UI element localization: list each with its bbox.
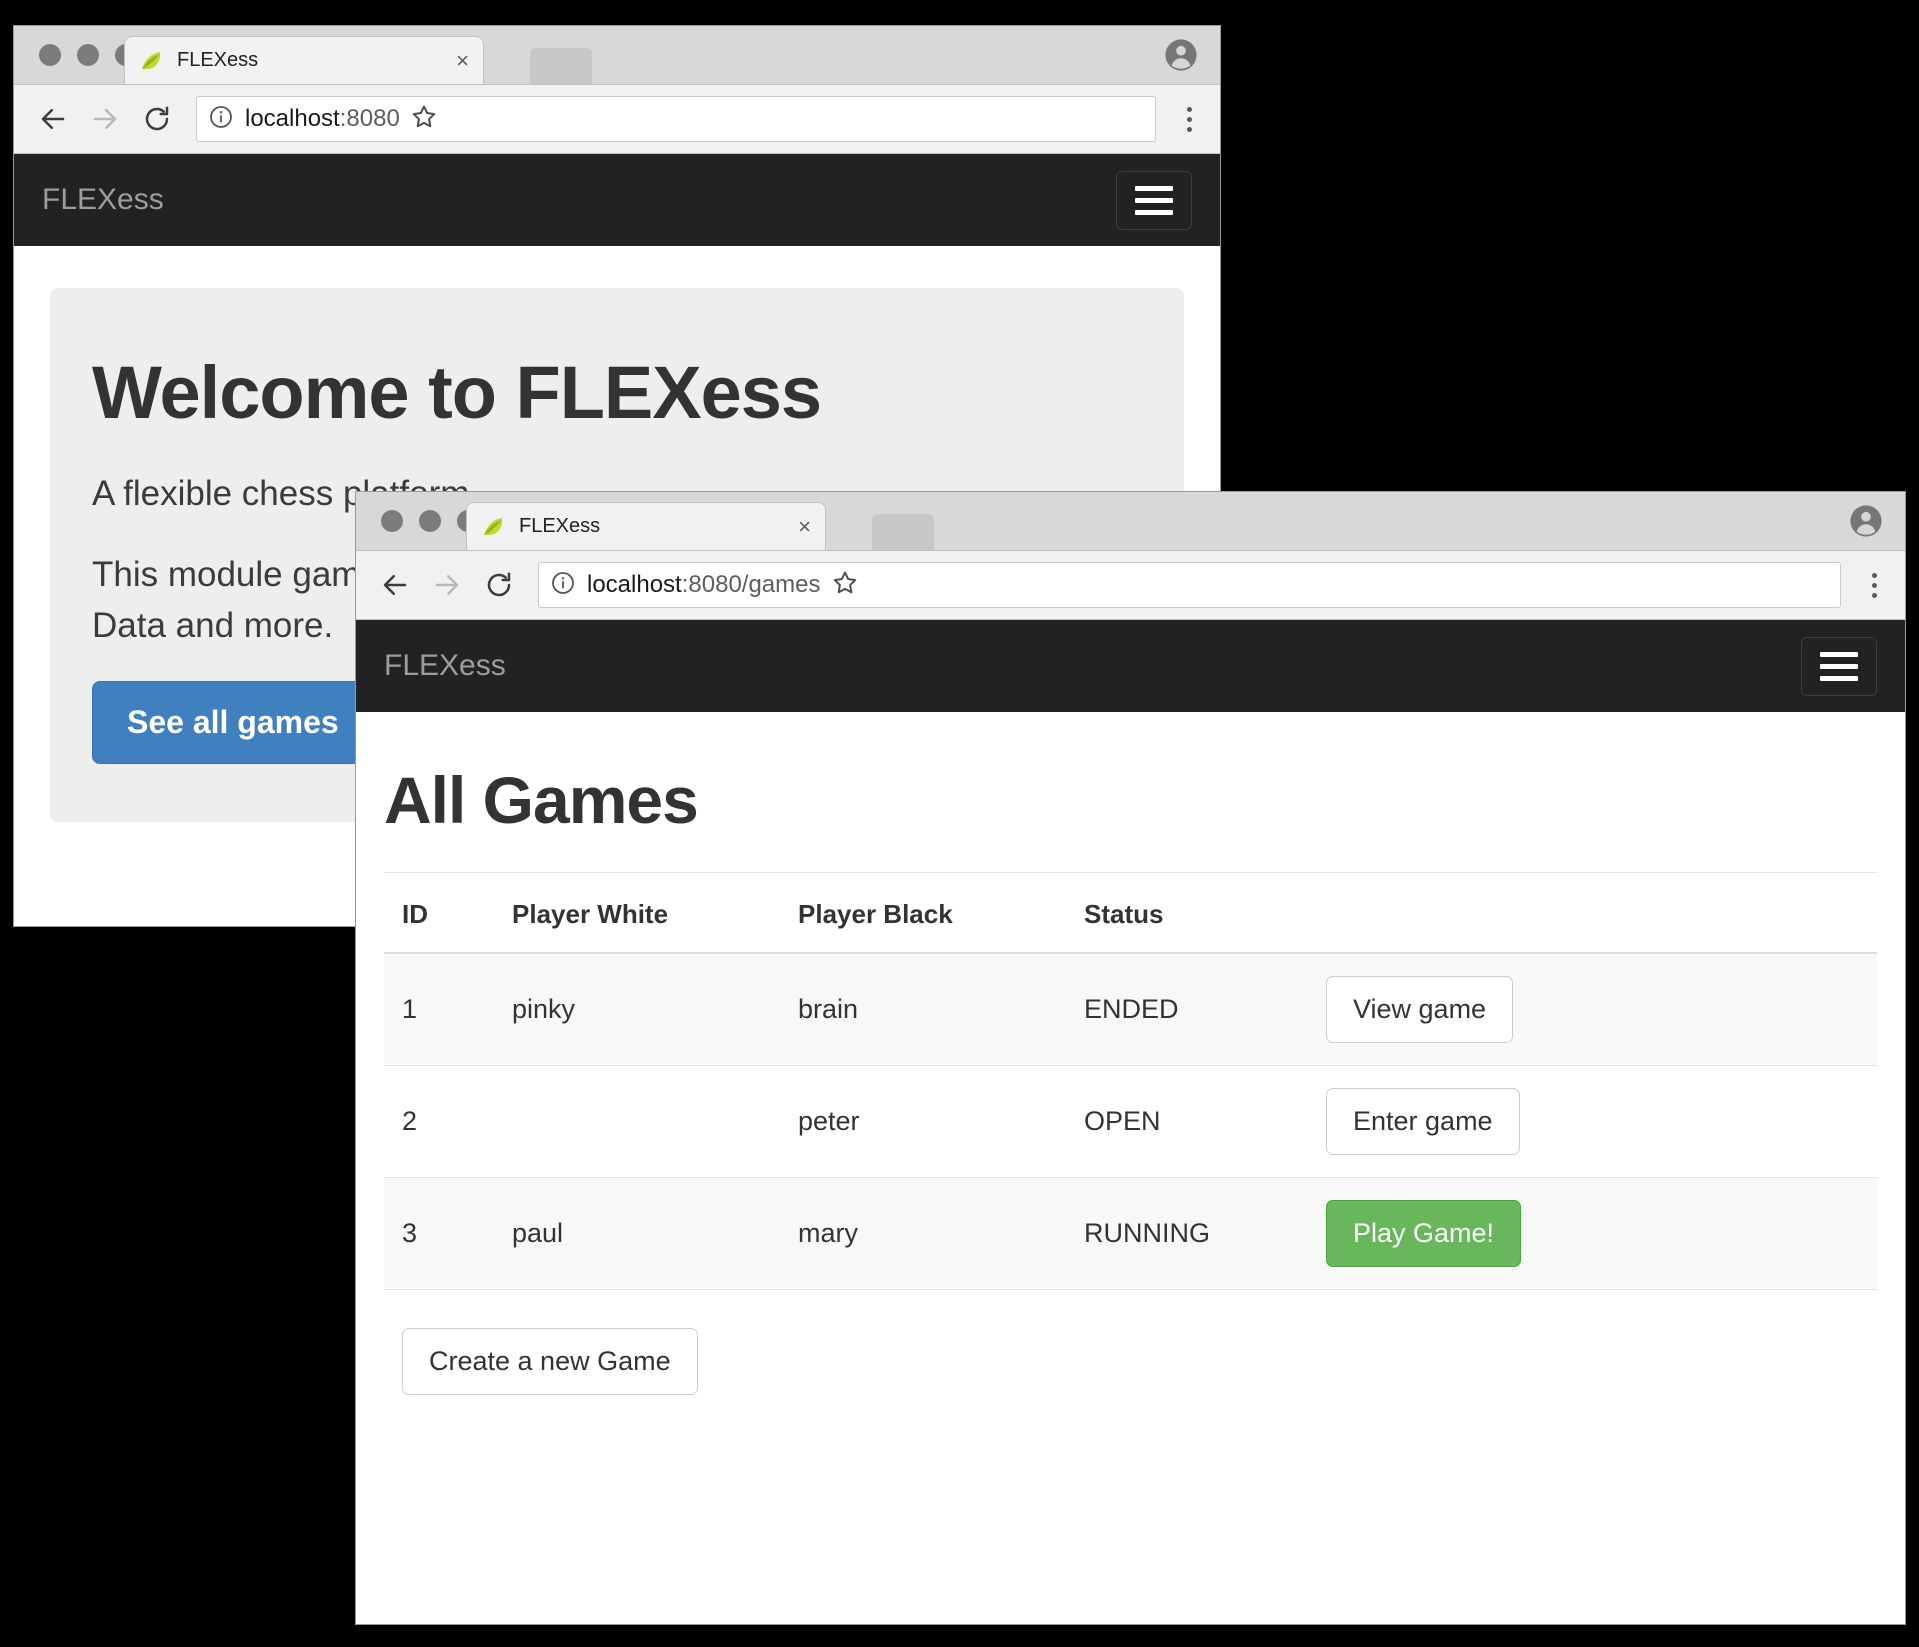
url-text: localhost:8080/games [587, 571, 821, 599]
browser-window-games[interactable]: FLEXess × localhost:8080/games FLEXess A… [356, 492, 1905, 1624]
navbar-brand-home[interactable]: FLEXess [42, 183, 164, 217]
column-header-player-black: Player Black [780, 873, 1066, 954]
games-table-body: 1 pinky brain ENDED View game 2 peter OP… [384, 953, 1877, 1290]
cell-status: ENDED [1066, 953, 1298, 1066]
cell-player-white: pinky [494, 953, 780, 1066]
forward-arrow-icon [82, 96, 128, 142]
window-controls-games[interactable] [381, 510, 479, 532]
minimize-window-dot[interactable] [419, 510, 441, 532]
account-avatar-icon[interactable] [1164, 38, 1198, 72]
cell-player-black: brain [780, 953, 1066, 1066]
page-title: All Games [384, 763, 699, 837]
back-arrow-icon[interactable] [30, 96, 76, 142]
cell-id: 3 [384, 1177, 494, 1290]
games-table: ID Player White Player Black Status 1 pi… [384, 873, 1877, 1290]
close-icon[interactable]: × [446, 49, 469, 72]
table-row: 2 peter OPEN Enter game [384, 1065, 1877, 1178]
reload-icon[interactable] [134, 96, 180, 142]
hamburger-menu-icon[interactable] [1801, 636, 1877, 696]
cell-status: RUNNING [1066, 1177, 1298, 1290]
table-row: 3 paul mary RUNNING Play Game! [384, 1177, 1877, 1290]
page-title: Welcome to FLEXess [92, 351, 822, 434]
browser-tab-games[interactable]: FLEXess × [466, 502, 826, 550]
column-header-player-white: Player White [494, 873, 780, 954]
browser-tab-home[interactable]: FLEXess × [124, 36, 484, 84]
tab-strip-home: FLEXess × [14, 26, 1220, 85]
tab-title-label: FLEXess [519, 515, 601, 537]
cell-player-black: peter [780, 1065, 1066, 1178]
window-controls-home[interactable] [39, 44, 137, 66]
reload-icon[interactable] [476, 562, 522, 608]
column-header-id: ID [384, 873, 494, 954]
table-header-row: ID Player White Player Black Status [384, 873, 1877, 954]
url-text: localhost:8080 [245, 105, 400, 133]
kebab-menu-icon[interactable] [1174, 106, 1204, 132]
tab-title-label: FLEXess [177, 49, 259, 71]
view-game-button[interactable]: View game [1326, 976, 1514, 1043]
navbar-brand-games[interactable]: FLEXess [384, 649, 506, 683]
see-all-games-button[interactable]: See all games [92, 681, 374, 765]
url-path: :8080/games [681, 571, 821, 598]
spring-leaf-icon [481, 515, 505, 539]
cell-action: View game [1298, 953, 1877, 1066]
kebab-menu-icon[interactable] [1859, 572, 1889, 598]
cell-action: Play Game! [1298, 1177, 1877, 1290]
tab-strip-games: FLEXess × [356, 492, 1905, 551]
new-tab-ghost-games[interactable] [872, 514, 934, 550]
desktop-background: FLEXess × localhost:8080 FLEXess Welcome… [0, 0, 1919, 1647]
url-host: localhost [587, 571, 682, 598]
close-window-dot[interactable] [381, 510, 403, 532]
games-content: All Games ID Player White Player Black S… [356, 712, 1905, 1395]
forward-arrow-icon [424, 562, 470, 608]
create-new-game-button[interactable]: Create a new Game [402, 1328, 698, 1395]
bookmark-star-icon[interactable] [400, 103, 438, 136]
app-navbar-games: FLEXess [356, 620, 1905, 712]
app-navbar-home: FLEXess [14, 154, 1220, 246]
url-path: :8080 [339, 105, 400, 132]
url-host: localhost [245, 105, 340, 132]
create-game-row: Create a new Game [384, 1290, 1877, 1395]
cell-action: Enter game [1298, 1065, 1877, 1178]
info-circle-icon[interactable] [551, 571, 575, 600]
address-bar-home[interactable]: localhost:8080 [196, 96, 1156, 142]
close-icon[interactable]: × [788, 515, 811, 538]
play-game-button[interactable]: Play Game! [1326, 1200, 1522, 1267]
cell-id: 1 [384, 953, 494, 1066]
cell-player-white [494, 1065, 780, 1178]
cell-player-white: paul [494, 1177, 780, 1290]
cell-status: OPEN [1066, 1065, 1298, 1178]
page-games: FLEXess All Games ID Player White Player… [356, 620, 1905, 1624]
new-tab-ghost-home[interactable] [530, 48, 592, 84]
games-table-header: ID Player White Player Black Status [384, 873, 1877, 954]
spring-leaf-icon [139, 49, 163, 73]
close-window-dot[interactable] [39, 44, 61, 66]
column-header-action [1298, 873, 1877, 954]
account-avatar-icon[interactable] [1849, 504, 1883, 538]
back-arrow-icon[interactable] [372, 562, 418, 608]
table-row: 1 pinky brain ENDED View game [384, 953, 1877, 1066]
info-circle-icon[interactable] [209, 105, 233, 134]
enter-game-button[interactable]: Enter game [1326, 1088, 1520, 1155]
address-bar-games[interactable]: localhost:8080/games [538, 562, 1841, 608]
minimize-window-dot[interactable] [77, 44, 99, 66]
browser-toolbar-games: localhost:8080/games [356, 551, 1905, 620]
bookmark-star-icon[interactable] [821, 569, 859, 602]
browser-toolbar-home: localhost:8080 [14, 85, 1220, 154]
hamburger-menu-icon[interactable] [1116, 170, 1192, 230]
cell-id: 2 [384, 1065, 494, 1178]
cell-player-black: mary [780, 1177, 1066, 1290]
column-header-status: Status [1066, 873, 1298, 954]
